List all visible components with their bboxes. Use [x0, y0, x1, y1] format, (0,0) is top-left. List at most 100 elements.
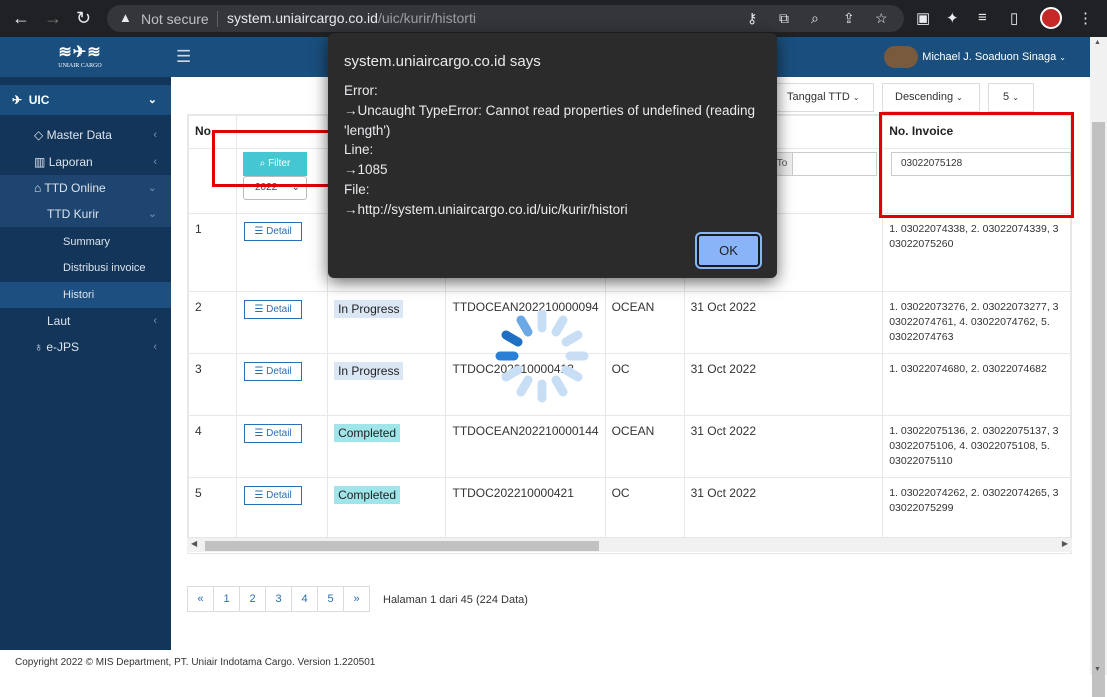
chevron-left-icon: ‹: [153, 315, 157, 327]
logo-text: UNIAIR CARGO: [58, 63, 102, 69]
hamburger-menu-icon[interactable]: ☰: [176, 47, 191, 67]
profile-avatar[interactable]: [1040, 7, 1062, 29]
scroll-down-icon[interactable]: ▼: [1094, 666, 1101, 673]
detail-button[interactable]: ☰ Detail: [244, 424, 302, 443]
ttd-date: 31 Oct 2022: [683, 353, 884, 416]
sidebar-item-summary[interactable]: Summary: [0, 229, 171, 255]
sidebar-item-e-jps[interactable]: ♁ e-JPS ‹: [0, 334, 171, 360]
user-menu[interactable]: Michael J. Soaduon Sinaga ⌄: [884, 46, 1066, 68]
side-panel-icon[interactable]: ▯: [1010, 9, 1018, 27]
media-icon[interactable]: ≡: [978, 9, 987, 26]
list-icon: ☰: [254, 490, 264, 501]
picture-in-picture-icon[interactable]: ▣: [916, 9, 930, 27]
page-button[interactable]: 2: [239, 586, 266, 612]
chevron-down-icon: ⌄: [147, 182, 157, 194]
detail-button[interactable]: ☰ Detail: [244, 222, 302, 241]
user-avatar: [884, 46, 919, 68]
share-icon[interactable]: ⇪: [843, 10, 855, 27]
shipment-type: OC: [604, 353, 685, 416]
extensions-icon[interactable]: ✦: [946, 9, 959, 27]
invoice-line: 03022074763: [889, 331, 954, 343]
invoice-line: 03022075106, 4. 03022075108, 5.: [889, 440, 1050, 452]
scroll-right-icon[interactable]: ▶: [1062, 539, 1068, 548]
sort-order-select[interactable]: Descending ⌄: [882, 83, 980, 112]
back-icon[interactable]: ←: [12, 8, 30, 29]
kebab-menu-icon[interactable]: ⋮: [1078, 9, 1093, 27]
chevron-down-icon: ⌄: [147, 94, 157, 106]
page-prev-button[interactable]: «: [187, 586, 214, 612]
highlight-box-invoice: [879, 112, 1074, 218]
table-row: 3 ☰ Detail In Progress TTDOC202210000413…: [187, 353, 1071, 416]
dialog-message: Error: →Uncaught TypeError: Cannot read …: [344, 83, 755, 217]
translate-icon[interactable]: ⧉: [779, 10, 789, 27]
address-bar[interactable]: ▲ Not secure system.uniaircargo.co.id/ui…: [107, 5, 904, 32]
footer: Copyright 2022 © MIS Department, PT. Uni…: [0, 650, 1090, 675]
sidebar-item-label: e-JPS: [46, 340, 80, 354]
invoice-list: 1. 03022074338, 2. 03022074339, 3 0302207…: [882, 213, 1071, 292]
sidebar-item-histori[interactable]: Histori: [0, 282, 171, 308]
page-button[interactable]: 4: [291, 586, 318, 612]
page-button[interactable]: 1: [213, 586, 240, 612]
page-button[interactable]: 5: [317, 586, 344, 612]
detail-button[interactable]: ☰ Detail: [244, 300, 302, 319]
key-icon[interactable]: ⚷: [747, 10, 757, 27]
logo-wing-icon: ≋✈≋: [58, 44, 102, 61]
forward-icon[interactable]: →: [44, 8, 62, 29]
company-logo[interactable]: ≋✈≋ UNIAIR CARGO: [44, 44, 116, 72]
page-size-select[interactable]: 5 ⌄: [988, 83, 1034, 112]
browser-toolbar: ← → ↻ ▲ Not secure system.uniaircargo.co…: [0, 0, 1107, 37]
sort-field-select[interactable]: Tanggal TTD ⌄: [776, 83, 874, 112]
pagination-info: Halaman 1 dari 45 (224 Data): [383, 594, 528, 606]
zoom-icon[interactable]: ⌕: [811, 10, 819, 27]
plane-icon: ✈: [12, 93, 23, 107]
vertical-scrollbar[interactable]: ▲ ▼: [1090, 37, 1107, 697]
chevron-left-icon: ‹: [153, 341, 157, 353]
sidebar-item-distribusi-invoice[interactable]: Distribusi invoice: [0, 255, 171, 281]
page-button[interactable]: 3: [265, 586, 292, 612]
sidebar-item-label: Histori: [63, 289, 95, 301]
sidebar-item-master-data[interactable]: ◇ Master Data ‹: [0, 122, 171, 148]
action-cell: ☰ Detail: [236, 415, 329, 478]
scroll-up-icon[interactable]: ▲: [1094, 39, 1101, 46]
invoice-list: 1. 03022074262, 2. 03022074265, 3 0302207…: [882, 477, 1071, 540]
status-badge: In Progress: [334, 362, 404, 380]
reload-icon[interactable]: ↻: [76, 8, 91, 29]
row-no: 2: [187, 291, 238, 354]
sidebar-item-label: TTD Online: [44, 181, 106, 195]
list-icon: ☰: [254, 226, 264, 237]
action-cell: ☰ Detail: [236, 291, 329, 354]
sidebar-item-label: Master Data: [46, 128, 112, 142]
scrollbar-thumb[interactable]: [205, 541, 599, 551]
table-row: 5 ☰ Detail Completed TTDOC202210000421 O…: [187, 477, 1071, 540]
ttd-date: 31 Oct 2022: [683, 291, 884, 354]
url-path: /uic/kurir/historti: [377, 10, 476, 26]
sidebar-item-laut[interactable]: Laut ‹: [0, 308, 171, 334]
page-size-value: 5: [1003, 91, 1010, 103]
row-no: 4: [187, 415, 238, 478]
invoice-list: 1. 03022075136, 2. 03022075137, 3 0302207…: [882, 415, 1071, 478]
detail-button[interactable]: ☰ Detail: [244, 486, 302, 505]
scroll-left-icon[interactable]: ◀: [191, 539, 197, 548]
loading-spinner-icon: [495, 309, 589, 403]
sidebar-item-laporan[interactable]: ▥ Laporan ‹: [0, 149, 171, 175]
scrollbar-thumb[interactable]: [1092, 122, 1105, 697]
shipment-type: OCEAN: [604, 291, 685, 354]
invoice-line: 03022075299: [889, 502, 954, 514]
bookmark-star-icon[interactable]: ☆: [875, 10, 888, 27]
sidebar-item-ttd-kurir[interactable]: TTD Kurir ⌄: [0, 201, 171, 227]
detail-button[interactable]: ☰ Detail: [244, 362, 302, 381]
shipment-type: OCEAN: [604, 415, 685, 478]
warning-icon[interactable]: ▲: [119, 10, 132, 25]
url-text[interactable]: system.uniaircargo.co.id/uic/kurir/histo…: [227, 10, 476, 26]
date-to-input[interactable]: To: [771, 152, 877, 176]
horizontal-scrollbar[interactable]: ◀ ▶: [187, 537, 1072, 552]
sidebar-item-ttd-online[interactable]: ⌂ TTD Online ⌄: [0, 175, 171, 201]
row-no: 3: [187, 353, 238, 416]
ok-button[interactable]: OK: [695, 232, 762, 269]
sidebar: ✈ UIC ⌄ ◇ Master Data ‹ ▥ Laporan ‹ ⌂ TT…: [0, 77, 171, 650]
chevron-left-icon: ‹: [153, 156, 157, 168]
chevron-down-icon: ⌄: [852, 93, 860, 102]
page-next-button[interactable]: »: [343, 586, 370, 612]
sidebar-item-uic[interactable]: ✈ UIC ⌄: [0, 85, 171, 115]
invoice-line: 1. 03022075136, 2. 03022075137, 3: [889, 425, 1059, 437]
